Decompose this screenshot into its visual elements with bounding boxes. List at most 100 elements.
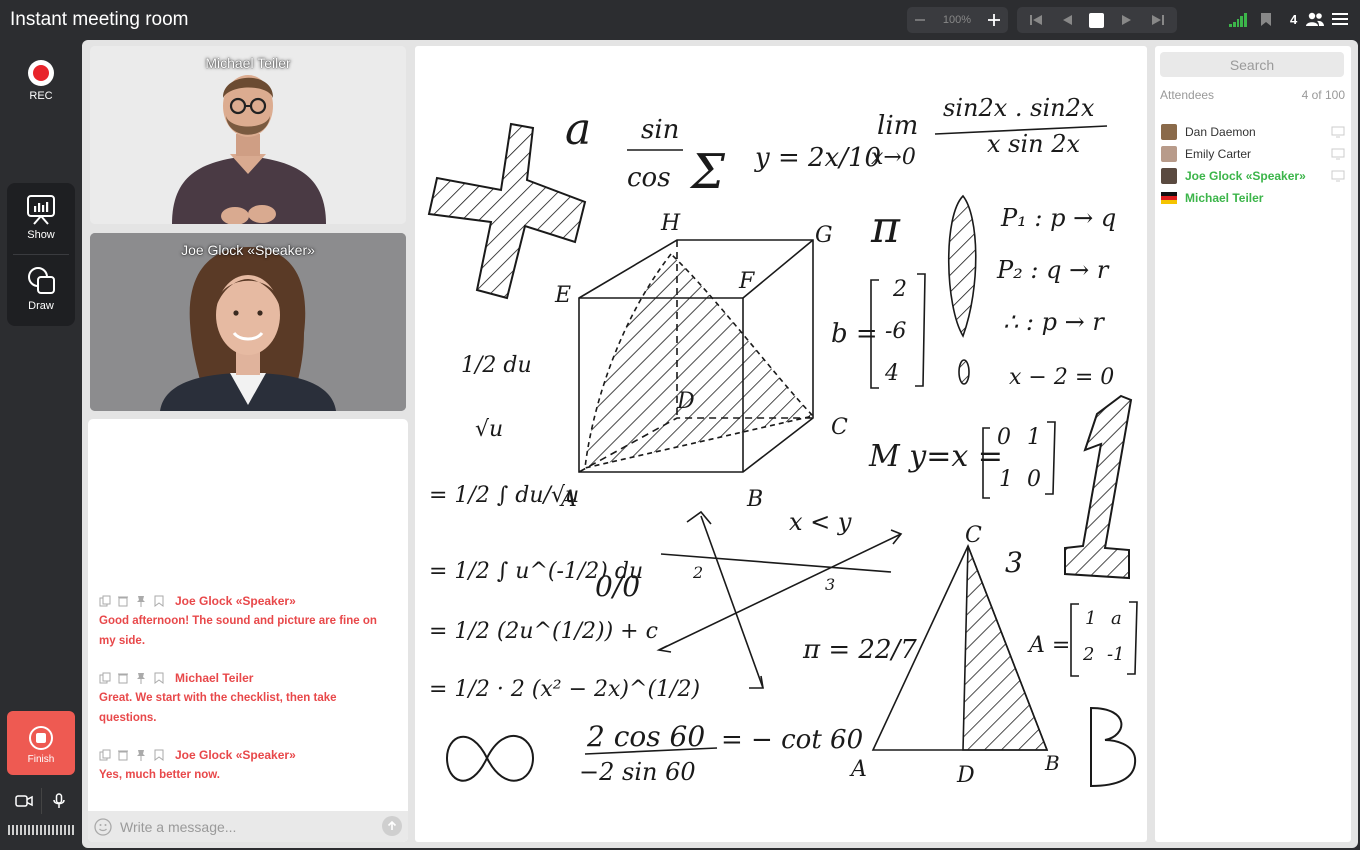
audio-level-tick (48, 825, 50, 835)
room-title: Instant meeting room (10, 9, 189, 30)
screen-icon[interactable] (1331, 126, 1345, 138)
attendee-item[interactable]: Joe Glock «Speaker» (1161, 165, 1345, 187)
whiteboard-canvas[interactable]: a sin cos Σ y = 2x/10 lim x→0 sin2x . si… (415, 46, 1147, 842)
audio-level-tick (64, 825, 66, 835)
previous-page-button[interactable] (1056, 9, 1078, 31)
attendee-item[interactable]: Michael Teiler (1161, 187, 1345, 209)
video-tile[interactable]: Joe Glock «Speaker» (90, 233, 406, 411)
chat-message: Michael Teiler Great. We start with the … (99, 670, 389, 728)
whiteboard-label: 3 (825, 575, 835, 594)
skip-back-icon (1030, 15, 1043, 25)
trash-icon[interactable] (117, 672, 129, 684)
send-arrow-icon (387, 821, 397, 830)
minus-icon (915, 19, 925, 21)
audio-level-tick (36, 825, 38, 835)
first-page-button[interactable] (1025, 9, 1047, 31)
pin-icon[interactable] (135, 672, 147, 684)
stop-presentation-button[interactable] (1086, 9, 1108, 31)
whiteboard-label: 2 cos 60 (586, 720, 705, 753)
message-text: Yes, much better now. (99, 769, 220, 781)
whiteboard-label: x→0 (871, 145, 916, 170)
audio-level-tick (44, 825, 46, 835)
avatar (1161, 124, 1177, 140)
whiteboard-label: B (746, 487, 763, 512)
last-page-button[interactable] (1147, 9, 1169, 31)
whiteboard-label: π = 22/7 (802, 635, 917, 665)
whiteboard-label: D (956, 763, 975, 788)
emoji-icon[interactable] (94, 817, 112, 836)
whiteboard-label: Σ (689, 144, 726, 200)
audio-level-tick (8, 825, 10, 835)
microphone-toggle-button[interactable] (41, 788, 75, 814)
attendee-name: Dan Daemon (1185, 125, 1256, 139)
audio-level-tick (72, 825, 74, 835)
audio-level-tick (12, 825, 14, 835)
whiteboard-label: -6 (885, 319, 906, 344)
attendee-item[interactable]: Dan Daemon (1161, 121, 1345, 143)
attendees-count: 4 of 100 (1301, 88, 1345, 102)
bookmark-icon[interactable] (153, 595, 165, 607)
whiteboard-label: = 1/2 (2u^(1/2)) + c (429, 619, 658, 644)
audio-level-meter (8, 825, 74, 835)
bookmark-icon[interactable] (153, 672, 165, 684)
attendee-item[interactable]: Emily Carter (1161, 143, 1345, 165)
pin-icon[interactable] (135, 595, 147, 607)
screen-icon[interactable] (1331, 170, 1345, 182)
finish-button[interactable]: Finish (7, 711, 75, 775)
whiteboard-label: C (831, 415, 848, 440)
copy-icon[interactable] (99, 595, 111, 607)
whiteboard-label: 0 (1027, 467, 1041, 492)
audio-level-tick (20, 825, 22, 835)
stop-icon (29, 726, 53, 750)
trash-icon[interactable] (117, 749, 129, 761)
chat-message-input[interactable] (120, 818, 370, 835)
send-button[interactable] (382, 816, 402, 836)
matrix-bracket (915, 273, 926, 387)
next-page-button[interactable] (1116, 9, 1138, 31)
flag-icon (1161, 190, 1177, 206)
camera-toggle-button[interactable] (7, 788, 41, 814)
video-tile[interactable]: Michael Teiler (90, 46, 406, 224)
whiteboard-label: 2 (692, 563, 703, 582)
chat-message: Joe Glock «Speaker» Good afternoon! The … (99, 593, 389, 651)
audio-level-tick (32, 825, 34, 835)
record-button[interactable]: REC (24, 60, 58, 102)
bookmark-icon[interactable] (1260, 12, 1272, 32)
divider (13, 254, 69, 255)
participant-name: Michael Teiler (205, 55, 291, 71)
whiteboard-label: C (965, 523, 982, 548)
chat-input-bar (88, 811, 408, 842)
leaf-drawing (947, 194, 977, 338)
whiteboard[interactable]: a sin cos Σ y = 2x/10 lim x→0 sin2x . si… (415, 46, 1147, 842)
menu-icon[interactable] (1332, 12, 1348, 31)
attendee-search-input[interactable] (1160, 52, 1344, 77)
whiteboard-label: x − 2 = 0 (1009, 365, 1114, 390)
whiteboard-label: 0 (997, 425, 1011, 450)
screen-icon[interactable] (1331, 148, 1345, 160)
trash-icon[interactable] (117, 595, 129, 607)
copy-icon[interactable] (99, 749, 111, 761)
draw-button[interactable]: Draw (7, 265, 75, 312)
audio-level-tick (16, 825, 18, 835)
camera-icon (15, 795, 33, 807)
arrow-left-icon (1062, 15, 1072, 25)
signal-strength-icon[interactable] (1229, 13, 1247, 27)
bookmark-icon[interactable] (153, 749, 165, 761)
whiteboard-label: b = (831, 319, 878, 349)
participant-video-image (90, 233, 406, 411)
whiteboard-label: 1/2 du (461, 353, 532, 378)
zoom-in-button[interactable] (981, 7, 1007, 33)
pin-icon[interactable] (135, 749, 147, 761)
zoom-out-button[interactable] (907, 7, 933, 33)
page-navigation (1017, 7, 1177, 33)
finish-label: Finish (27, 754, 55, 765)
copy-icon[interactable] (99, 672, 111, 684)
microphone-icon (52, 793, 65, 808)
participant-name: Joe Glock «Speaker» (181, 242, 315, 258)
whiteboard-label: 1 (999, 467, 1013, 492)
show-button[interactable]: Show (7, 194, 75, 241)
whiteboard-label: cos (627, 163, 671, 193)
whiteboard-label: 2 (1082, 644, 1094, 665)
whiteboard-label: sin2x . sin2x (943, 94, 1095, 122)
people-icon[interactable] (1306, 12, 1324, 32)
